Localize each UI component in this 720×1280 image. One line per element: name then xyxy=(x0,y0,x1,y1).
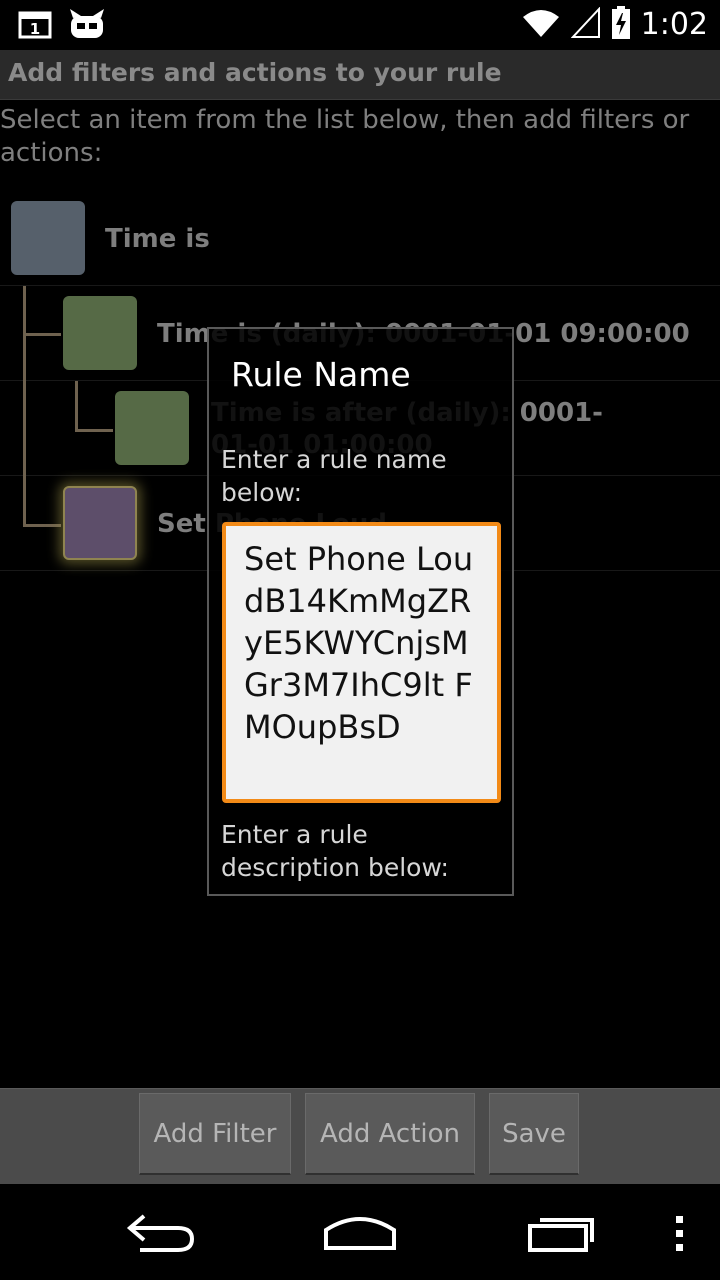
screen-title-bar: Add filters and actions to your rule xyxy=(0,50,720,100)
signal-icon xyxy=(570,6,601,43)
screen-title: Add filters and actions to your rule xyxy=(8,58,502,87)
status-right: 1:02 xyxy=(521,4,708,46)
battery-charging-icon xyxy=(611,6,631,44)
back-icon[interactable] xyxy=(126,1210,196,1258)
instruction-text: Select an item from the list below, then… xyxy=(0,105,690,168)
status-time: 1:02 xyxy=(640,7,708,42)
tree-connector xyxy=(75,381,78,431)
recent-apps-icon[interactable] xyxy=(526,1210,598,1258)
tree-connector xyxy=(23,381,26,476)
rule-name-input[interactable]: Set Phone LoudB14KmMgZRyE5KWYCnjsMGr3M7I… xyxy=(222,522,501,803)
rule-description-prompt: Enter a rule description below: xyxy=(221,820,449,882)
filter-node-icon xyxy=(11,201,85,275)
overflow-menu-icon[interactable] xyxy=(672,1214,688,1258)
status-bar: 1 1:02 xyxy=(0,0,720,50)
navigation-bar xyxy=(0,1184,720,1280)
rule-name-dialog: Rule Name Enter a rule name below: Set P… xyxy=(207,327,514,896)
tree-connector xyxy=(23,524,61,527)
add-filter-button[interactable]: Add Filter xyxy=(139,1093,291,1175)
rule-name-value: Set Phone LoudB14KmMgZRyE5KWYCnjsMGr3M7I… xyxy=(244,540,474,746)
tree-item-time-is[interactable]: Time is xyxy=(0,191,720,286)
calendar-notification-icon: 1 xyxy=(18,9,54,43)
rule-name-prompt: Enter a rule name below: xyxy=(221,445,447,507)
action-node-icon-selected xyxy=(63,486,137,560)
home-icon[interactable] xyxy=(322,1210,398,1258)
tree-connector xyxy=(23,333,61,336)
add-action-button[interactable]: Add Action xyxy=(305,1093,475,1175)
wifi-icon xyxy=(521,7,561,43)
tree-item-label: Time is xyxy=(105,224,210,254)
calendar-badge-number: 1 xyxy=(30,20,40,38)
filter-node-icon xyxy=(63,296,137,370)
tree-connector xyxy=(75,429,113,432)
cyanogen-mascot-icon xyxy=(68,8,106,44)
action-bar: Add Filter Add Action Save xyxy=(0,1088,720,1184)
dialog-title: Rule Name xyxy=(231,355,411,394)
tree-connector xyxy=(23,476,26,526)
status-left: 1 xyxy=(18,8,106,44)
save-button[interactable]: Save xyxy=(489,1093,579,1175)
filter-node-icon xyxy=(115,391,189,465)
